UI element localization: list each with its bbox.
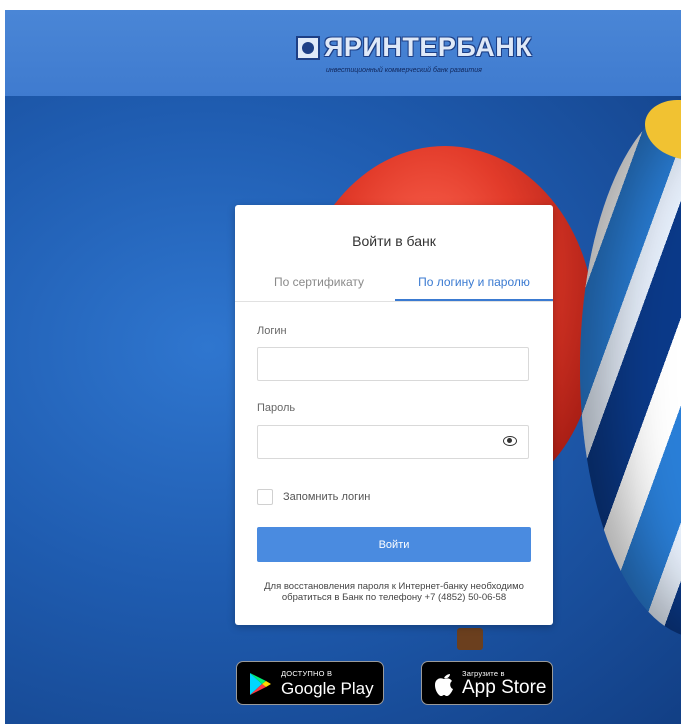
bank-logo[interactable]: ЯРИНТЕРБАНК инвестиционный коммерческий … (296, 32, 532, 82)
remember-login-checkbox[interactable] (257, 489, 273, 505)
tab-certificate[interactable]: По сертификату (251, 271, 387, 301)
logo-subtitle: инвестиционный коммерческий банк развити… (326, 67, 482, 74)
apple-icon (435, 674, 453, 696)
app-store-big-text: App Store (462, 677, 547, 698)
show-password-eye-icon[interactable] (503, 436, 517, 446)
login-tabs: По сертификату По логину и паролю (235, 271, 553, 302)
google-play-big-text: Google Play (281, 679, 374, 698)
login-card: Войти в банк По сертификату По логину и … (235, 205, 553, 625)
balloon-basket-image (457, 628, 483, 650)
password-input[interactable] (257, 425, 529, 459)
logo-title: ЯРИНТЕРБАНК (324, 32, 533, 62)
google-play-small-text: ДОСТУПНО В (281, 669, 333, 678)
password-recovery-note: Для восстановления пароля к Интернет-бан… (264, 581, 524, 603)
login-button[interactable]: Войти (257, 527, 531, 562)
password-label: Пароль (257, 402, 296, 414)
login-label: Логин (257, 325, 287, 337)
tab-login-password[interactable]: По логину и паролю (395, 271, 553, 301)
header-bar: ЯРИНТЕРБАНК инвестиционный коммерческий … (5, 10, 681, 96)
google-play-icon (250, 673, 271, 695)
login-title: Войти в банк (352, 233, 436, 249)
remember-login-label[interactable]: Запомнить логин (283, 491, 370, 503)
google-play-badge[interactable]: ДОСТУПНО В Google Play (236, 661, 384, 705)
globe-icon (296, 36, 320, 60)
app-store-badge[interactable]: Загрузите в App Store (421, 661, 553, 705)
login-input[interactable] (257, 347, 529, 381)
page-frame: ЯРИНТЕРБАНК инвестиционный коммерческий … (5, 10, 681, 724)
